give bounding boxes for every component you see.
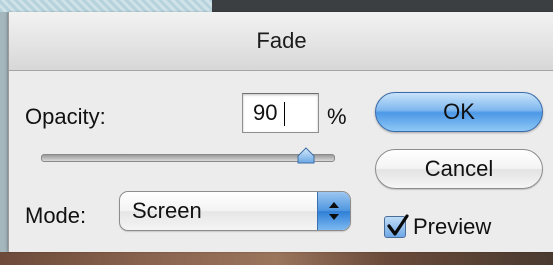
slider-thumb-icon[interactable] xyxy=(296,147,316,165)
dialog-title: Fade xyxy=(256,28,307,53)
up-down-chevron-icon xyxy=(317,192,350,230)
background-strip xyxy=(0,0,212,12)
background-strip xyxy=(0,252,553,265)
text-caret xyxy=(284,102,285,126)
ok-button[interactable]: OK xyxy=(375,92,543,132)
opacity-slider-track[interactable] xyxy=(41,154,335,162)
mode-selected-value: Screen xyxy=(132,198,202,223)
preview-label[interactable]: Preview xyxy=(413,213,491,241)
dialog-titlebar[interactable]: Fade xyxy=(9,12,553,71)
background-strip xyxy=(212,0,553,12)
opacity-input[interactable]: 90 xyxy=(242,93,319,133)
opacity-label: Opacity: xyxy=(25,104,106,129)
preview-checkbox[interactable] xyxy=(384,214,409,238)
cancel-button[interactable]: Cancel xyxy=(375,149,543,189)
checkmark-icon xyxy=(387,214,409,236)
mode-label: Mode: xyxy=(25,203,87,228)
mode-select[interactable]: Screen xyxy=(119,191,351,231)
fade-dialog: Fade Opacity: 90 % Mode: Screen OK Cance… xyxy=(8,12,553,252)
opacity-value: 90 xyxy=(253,100,278,125)
percent-unit: % xyxy=(327,104,347,129)
